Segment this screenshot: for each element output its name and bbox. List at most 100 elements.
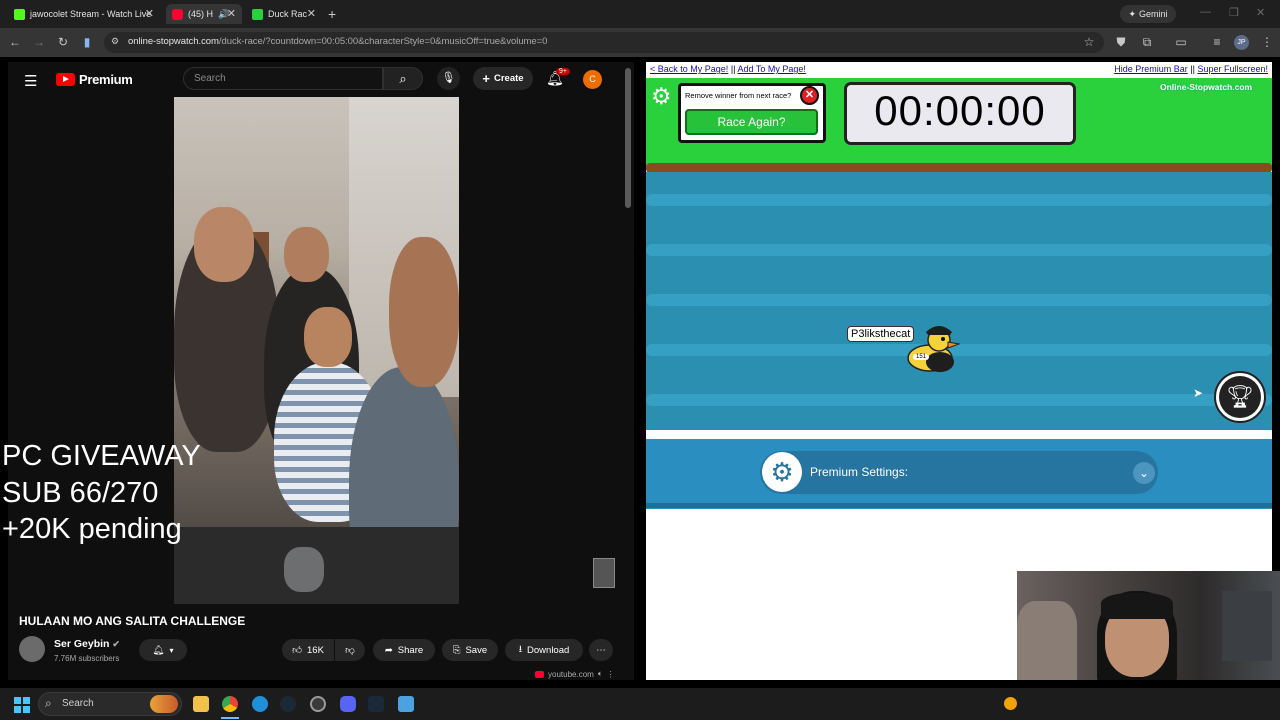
- download-button[interactable]: ⭳ Download: [505, 639, 583, 661]
- wave: [646, 394, 1272, 406]
- forward-icon[interactable]: →: [32, 35, 46, 49]
- sidebar-icon[interactable]: ▮: [80, 35, 94, 49]
- thumbs-down-icon: 👎︎: [345, 645, 355, 656]
- duck-sprite: [907, 326, 960, 372]
- close-icon[interactable]: ✕: [227, 7, 236, 20]
- back-icon[interactable]: ←: [8, 35, 22, 49]
- share-button[interactable]: ➦ Share: [373, 639, 435, 661]
- short-video-player[interactable]: [174, 97, 459, 604]
- discord-icon[interactable]: [340, 696, 356, 712]
- settings-gear-icon[interactable]: ⚙: [651, 83, 672, 110]
- site-info-icon[interactable]: ⚙: [111, 36, 119, 47]
- settings-gear-icon[interactable]: ⚙: [762, 452, 802, 492]
- dislike-button[interactable]: 👎︎: [335, 639, 365, 661]
- back-to-my-page-link[interactable]: < Back to My Page!: [650, 64, 728, 74]
- shield-icon[interactable]: ⛊: [1114, 35, 1128, 50]
- notepad-icon[interactable]: [398, 696, 414, 712]
- youtube-icon: [172, 8, 183, 20]
- save-button[interactable]: ⎘ Save: [442, 639, 498, 661]
- trophy-icon[interactable]: 🏆︎: [1219, 376, 1261, 418]
- edge-icon[interactable]: [252, 696, 268, 712]
- share-icon: ➦: [384, 644, 393, 656]
- search-button[interactable]: ⌕: [383, 67, 423, 90]
- mouse-cursor-icon: ➤: [1193, 386, 1204, 400]
- media-domain: youtube.com: [548, 669, 594, 679]
- channel-avatar[interactable]: [19, 636, 45, 662]
- hide-premium-bar-link[interactable]: Hide Premium Bar: [1114, 64, 1188, 74]
- youtube-premium-logo[interactable]: Premium: [56, 72, 133, 87]
- tray-app-icon[interactable]: [1004, 697, 1017, 710]
- wave: [646, 244, 1272, 256]
- verified-icon: ✔: [112, 639, 120, 649]
- tab-title: (45) H: [188, 9, 214, 19]
- steam-app-icon[interactable]: [368, 696, 384, 712]
- gemini-button[interactable]: ✦ Gemini: [1120, 5, 1176, 23]
- window-close-button[interactable]: ✕: [1256, 6, 1265, 19]
- channel-name[interactable]: Ser Geybin ✔: [54, 638, 120, 650]
- close-icon[interactable]: ✕: [307, 7, 316, 20]
- maximize-button[interactable]: ❐: [1229, 6, 1239, 19]
- add-to-my-page-link[interactable]: Add To My Page!: [738, 64, 806, 74]
- media-indicator[interactable]: youtube.com 🔈︎ ⋮: [535, 667, 635, 681]
- like-count: 16K: [307, 644, 324, 656]
- more-icon: ⋮: [606, 669, 615, 679]
- chevron-down-icon[interactable]: ⌄: [1133, 462, 1155, 484]
- url-text[interactable]: online-stopwatch.com/duck-race/?countdow…: [128, 36, 547, 47]
- search-icon: ⌕: [45, 696, 52, 710]
- taskbar-search-label: Search: [62, 698, 94, 709]
- channel-watermark[interactable]: [593, 558, 615, 588]
- subscribe-bell-button[interactable]: 🔔︎ ▾: [139, 639, 187, 661]
- profile-avatar[interactable]: JP: [1234, 35, 1249, 50]
- save-label: Save: [465, 644, 488, 656]
- steam-icon[interactable]: [280, 696, 296, 712]
- account-avatar[interactable]: C: [583, 70, 602, 89]
- like-button[interactable]: 👍︎ 16K: [282, 639, 334, 661]
- bookmark-star-icon[interactable]: ☆: [1082, 35, 1096, 49]
- wave: [646, 294, 1272, 306]
- race-again-button[interactable]: Race Again?: [685, 109, 818, 135]
- create-label: Create: [494, 73, 524, 84]
- tab-youtube[interactable]: (45) H 🔊 ✕: [166, 4, 242, 24]
- more-actions-button[interactable]: ⋯: [589, 639, 613, 661]
- plus-icon: +: [482, 71, 490, 86]
- extensions-icon[interactable]: ⧉: [1140, 35, 1154, 50]
- voice-search-button[interactable]: 🎙: [437, 67, 460, 90]
- reload-icon[interactable]: ↻: [56, 35, 70, 49]
- tab-title: Duck Rac: [268, 9, 308, 19]
- face: [304, 307, 352, 367]
- bell-icon: 🔔︎: [152, 644, 165, 656]
- remove-winner-toggle[interactable]: ✕: [800, 86, 819, 105]
- cast-icon[interactable]: ▭: [1174, 35, 1188, 49]
- share-label: Share: [397, 644, 424, 656]
- gemini-label: Gemini: [1139, 9, 1168, 19]
- search-highlight-icon: [150, 695, 178, 713]
- hamburger-menu-icon[interactable]: ☰: [24, 72, 37, 90]
- close-icon[interactable]: ✕: [145, 7, 154, 20]
- chrome-icon[interactable]: [222, 696, 238, 712]
- create-button[interactable]: + Create: [473, 67, 533, 90]
- download-label: Download: [527, 644, 570, 656]
- obs-icon[interactable]: [310, 696, 326, 712]
- minimize-button[interactable]: —: [1200, 6, 1211, 18]
- url-path: /duck-race/?countdown=00:05:00&character…: [218, 36, 548, 47]
- search-icon: ⌕: [399, 71, 407, 86]
- tab-kick-stream[interactable]: jawocolet Stream - Watch Live ✕: [8, 4, 160, 24]
- scrollbar-thumb[interactable]: [625, 68, 631, 208]
- chrome-menu-icon[interactable]: ⋮: [1260, 35, 1274, 49]
- url-host: online-stopwatch.com: [128, 36, 219, 47]
- windows-start-icon[interactable]: [14, 697, 30, 713]
- river-water: [646, 172, 1272, 430]
- duck-number: 151: [913, 354, 930, 360]
- hair: [1101, 593, 1173, 619]
- bookmark-icon: ⎘: [452, 644, 461, 656]
- reading-list-icon[interactable]: ≡: [1210, 35, 1224, 49]
- new-tab-button[interactable]: +: [328, 6, 336, 22]
- premium-link-bar: < Back to My Page! || Add To My Page! Hi…: [646, 62, 1272, 78]
- super-fullscreen-link[interactable]: Super Fullscreen!: [1197, 64, 1268, 74]
- duck-race-icon: [252, 8, 263, 20]
- file-explorer-icon[interactable]: [193, 696, 209, 712]
- tab-duck-race[interactable]: Duck Rac ✕: [246, 4, 322, 24]
- microphone-icon: 🎙: [441, 72, 456, 84]
- link-separator: ||: [1190, 64, 1195, 74]
- search-placeholder: Search: [194, 73, 226, 84]
